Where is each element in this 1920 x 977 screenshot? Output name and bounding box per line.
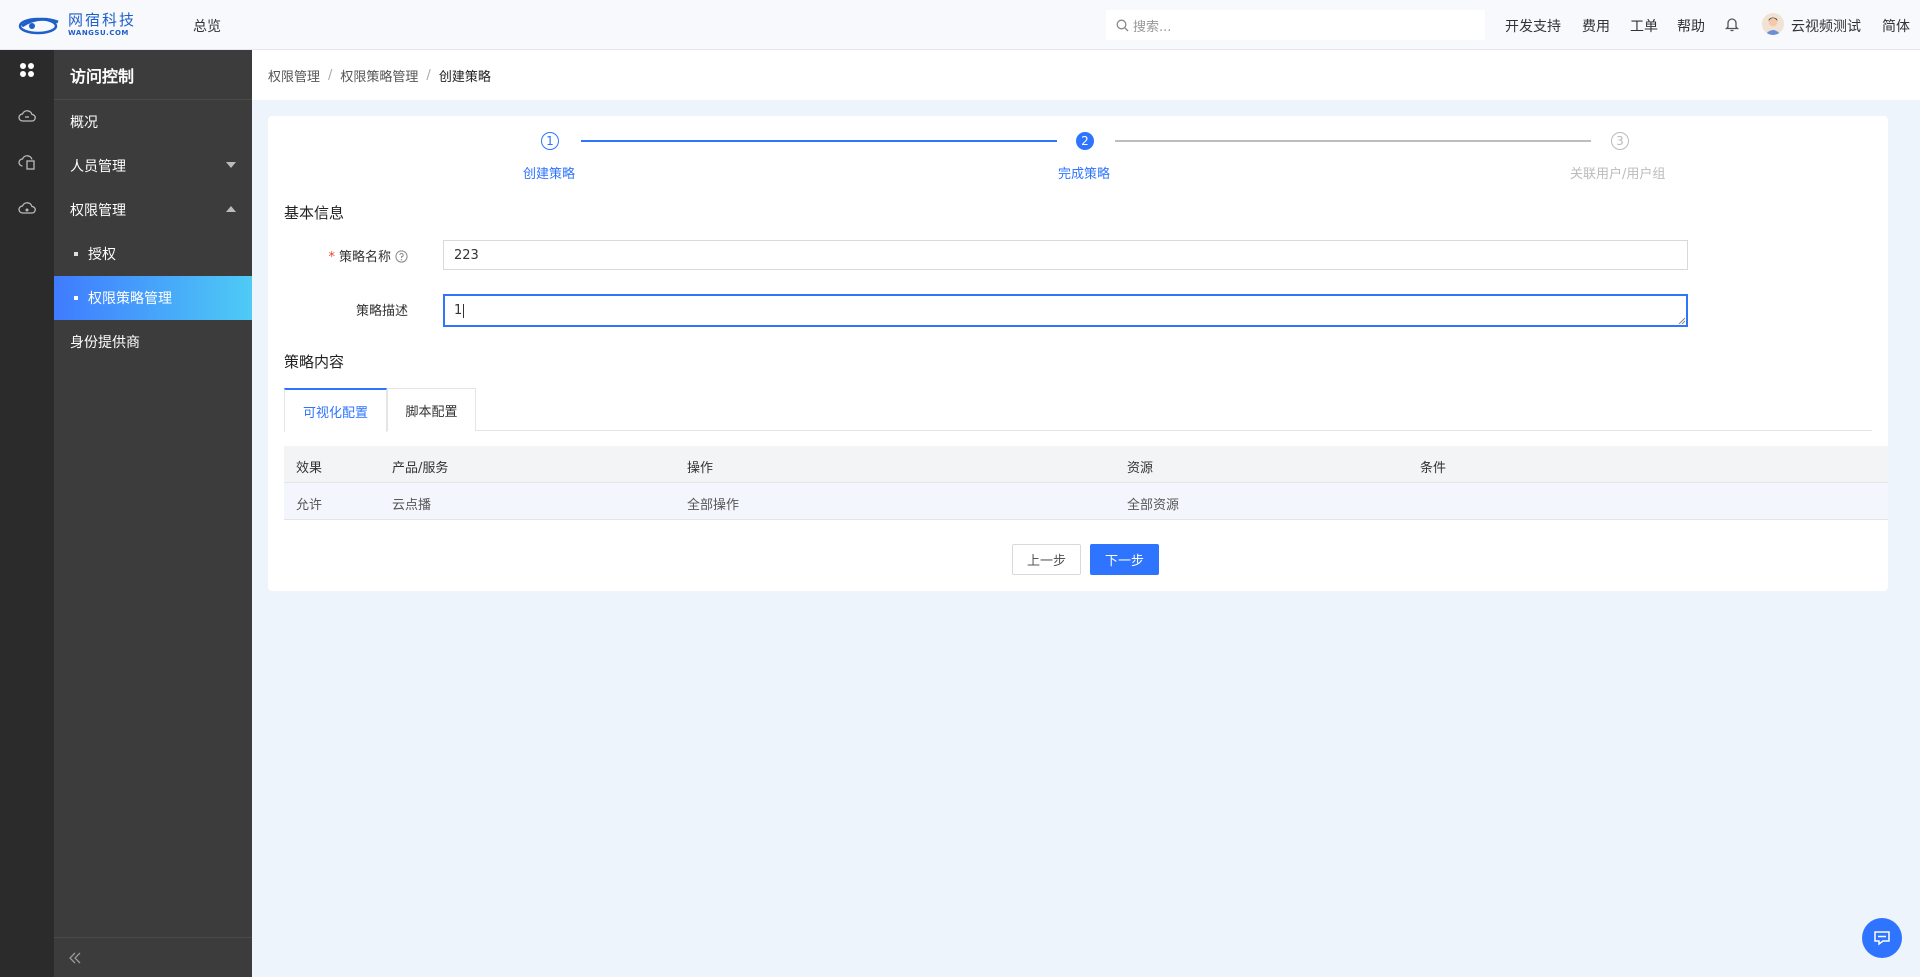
resize-grip-icon[interactable]: [1678, 317, 1685, 324]
rail-cloud-3[interactable]: [0, 188, 54, 228]
header-product: 产品/服务: [392, 461, 449, 476]
sidebar-item-user-management[interactable]: 人员管理: [54, 144, 252, 188]
logo-cn-text: 网宿科技: [68, 11, 137, 29]
overview-link[interactable]: 总览: [193, 16, 221, 36]
language-switch[interactable]: 简体: [1882, 16, 1910, 36]
cell-product: 云点播: [392, 498, 432, 513]
policy-config-tabs: 可视化配置 脚本配置: [284, 388, 1872, 432]
chat-icon: [1874, 931, 1890, 946]
sidebar-item-overview[interactable]: 概况: [54, 100, 252, 144]
sidebar-item-policy-management[interactable]: 权限策略管理: [54, 276, 252, 320]
rail-cloud-2[interactable]: [0, 142, 54, 182]
policy-name-value: 223: [454, 247, 479, 263]
nav-billing[interactable]: 费用: [1582, 16, 1610, 36]
step-2-circle: 2: [1076, 132, 1094, 150]
username[interactable]: 云视频测试: [1791, 16, 1861, 36]
header-resource: 资源: [1127, 461, 1154, 476]
table-header: 效果 产品/服务 操作 资源 条件: [284, 446, 1888, 483]
cell-resource: 全部资源: [1127, 498, 1180, 513]
apps-grid-icon: [20, 63, 34, 77]
sidebar-item-permission-management[interactable]: 权限管理: [54, 188, 252, 232]
tab-script-config[interactable]: 脚本配置: [387, 388, 476, 431]
sidebar-item-label: 授权: [88, 247, 116, 263]
cloud-doc-icon: [18, 155, 35, 170]
help-icon[interactable]: [395, 250, 408, 263]
header-condition: 条件: [1420, 461, 1447, 476]
sidebar-item-authorization[interactable]: 授权: [54, 232, 252, 276]
sidebar-item-label: 权限策略管理: [88, 291, 172, 307]
step-indicator: 1 2 3 创建策略 完成策略 关联用户/用户组: [268, 116, 1888, 196]
rail-cloud-1[interactable]: [0, 96, 54, 136]
section-basic-info: 基本信息: [284, 204, 345, 222]
policy-table: 效果 产品/服务 操作 资源 条件 允许 云点播 全部操作 全部资源: [284, 446, 1888, 520]
breadcrumb-separator: /: [426, 67, 431, 83]
sidebar-item-label: 权限管理: [70, 203, 126, 219]
bell-icon[interactable]: [1725, 16, 1739, 32]
collapse-sidebar-button[interactable]: [54, 937, 252, 977]
bullet-icon: [74, 252, 78, 256]
search-placeholder: 搜索...: [1133, 19, 1172, 35]
tab-visual-config[interactable]: 可视化配置: [284, 388, 387, 432]
section-policy-content: 策略内容: [284, 353, 345, 371]
user-avatar-icon: [1765, 17, 1781, 35]
breadcrumb-current: 创建策略: [438, 69, 491, 85]
logo-mark-icon: [18, 17, 59, 35]
required-mark: *: [328, 250, 335, 265]
icon-rail: [0, 50, 54, 977]
header-effect: 效果: [296, 461, 323, 476]
chat-support-button[interactable]: [1862, 918, 1902, 958]
cloud-sync-icon: [18, 110, 36, 122]
sidebar-item-label: 身份提供商: [70, 335, 140, 351]
text-caret: [463, 303, 465, 318]
sidebar-item-label: 人员管理: [70, 159, 126, 175]
step-3-circle: 3: [1611, 132, 1629, 150]
policy-name-label: * 策略名称: [268, 246, 408, 265]
step-3-label: 关联用户/用户组: [1570, 167, 1666, 182]
sidenav-title: 访问控制: [54, 50, 252, 100]
chevron-down-icon: [226, 162, 236, 168]
logo-en-text: WANGSU.COM: [68, 29, 129, 37]
top-bar: 网宿科技 WANGSU.COM 总览 搜索... 开发支持 费用 工单 帮助 云…: [0, 0, 1920, 50]
step-1-circle: 1: [541, 132, 559, 150]
create-policy-card: 1 2 3 创建策略 完成策略 关联用户/用户组 基本信息 * 策略名称 223 …: [268, 116, 1888, 591]
nav-dev-support[interactable]: 开发支持: [1505, 16, 1561, 36]
double-chevron-left-icon: [69, 952, 81, 963]
nav-help[interactable]: 帮助: [1677, 16, 1705, 36]
cloud-link-icon: [18, 202, 36, 214]
company-logo[interactable]: 网宿科技 WANGSU.COM: [18, 12, 158, 38]
policy-name-label-text: 策略名称: [338, 250, 391, 265]
chevron-up-icon: [226, 206, 236, 212]
search-icon: [1116, 19, 1129, 31]
breadcrumb-separator: /: [328, 67, 333, 83]
bullet-icon: [74, 296, 78, 300]
table-row[interactable]: 允许 云点播 全部操作 全部资源: [284, 483, 1888, 520]
step-line-1: [581, 140, 1057, 142]
step-1-label: 创建策略: [523, 167, 576, 182]
policy-desc-value: 1: [454, 303, 463, 318]
cell-effect: 允许: [296, 498, 323, 513]
avatar[interactable]: [1762, 13, 1784, 35]
breadcrumb-permission-management[interactable]: 权限管理: [268, 66, 320, 85]
next-step-button[interactable]: 下一步: [1090, 544, 1159, 575]
side-nav: 访问控制 概况 人员管理 权限管理 授权 权限策略管理 身份提供商: [54, 50, 252, 977]
sidebar-item-label: 概况: [70, 115, 98, 131]
prev-step-button[interactable]: 上一步: [1012, 544, 1081, 575]
sidebar-item-identity-provider[interactable]: 身份提供商: [54, 320, 252, 364]
step-line-2: [1115, 140, 1591, 142]
policy-name-input[interactable]: 223: [443, 240, 1688, 270]
step-2-label: 完成策略: [1058, 167, 1111, 182]
cell-action: 全部操作: [687, 498, 740, 513]
policy-desc-textarea[interactable]: 1: [443, 294, 1688, 327]
policy-desc-label: 策略描述: [355, 304, 408, 319]
header-action: 操作: [687, 461, 714, 476]
search-input[interactable]: 搜索...: [1106, 10, 1485, 40]
breadcrumb: 权限管理 / 权限策略管理 / 创建策略: [252, 50, 1920, 100]
rail-apps[interactable]: [0, 50, 54, 90]
nav-ticket[interactable]: 工单: [1630, 16, 1658, 36]
breadcrumb-policy-management[interactable]: 权限策略管理: [340, 66, 418, 85]
